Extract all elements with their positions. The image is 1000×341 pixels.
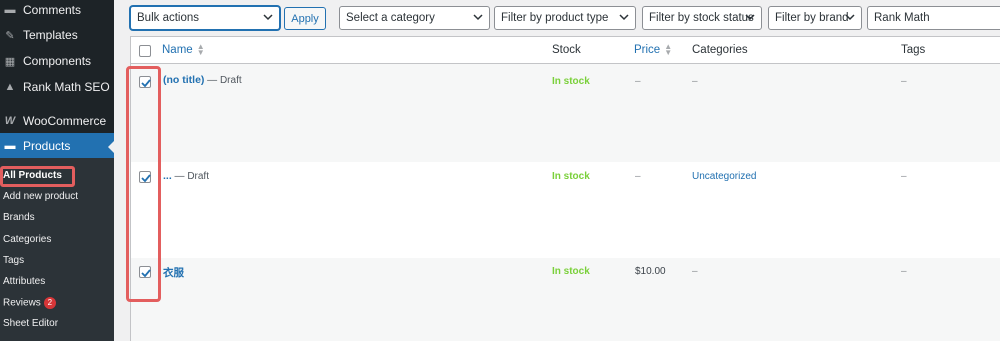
apply-button[interactable]: Apply [284, 7, 326, 30]
chevron-down-icon [263, 14, 273, 21]
categories-cell: – [692, 76, 698, 87]
post-state: — Draft [171, 171, 209, 182]
submenu-tags[interactable]: Tags [3, 255, 24, 266]
price-cell: $10.00 [635, 266, 666, 277]
templates-icon: ✎ [5, 29, 15, 42]
menu-label: Products [23, 139, 71, 153]
menu-label: Comments [23, 3, 82, 17]
highlight-box-all-products [0, 166, 75, 187]
bulk-actions-select[interactable]: Bulk actions [130, 6, 280, 30]
woocommerce-icon: W [4, 115, 16, 127]
select-all-checkbox[interactable] [139, 45, 151, 57]
category-link[interactable]: Uncategorized [692, 171, 756, 182]
menu-comments[interactable]: ▬ Comments [0, 0, 114, 23]
admin-sidebar: ▬ Comments ✎ Templates ▦ Components ▲ Ra… [0, 0, 114, 341]
products-icon: ▬ [4, 140, 16, 152]
product-title-link[interactable]: (no title) [163, 74, 204, 86]
brand-filter-select[interactable]: Filter by brand [768, 6, 862, 30]
category-filter-value: Select a category [346, 12, 435, 24]
brand-filter-value: Filter by brand [775, 12, 849, 24]
submenu-label: Reviews [3, 297, 41, 309]
bulk-actions-value: Bulk actions [137, 12, 200, 24]
highlight-box-checkboxes [126, 66, 161, 302]
stock-status: In stock [552, 76, 590, 87]
column-label: Price [634, 44, 661, 57]
sort-icon: ▲ ▼ [196, 42, 205, 57]
submenu-reviews[interactable]: Reviews 2 [3, 297, 56, 309]
stock-status-filter-select[interactable]: Filter by stock status [642, 6, 762, 30]
menu-products[interactable]: ▬ Products [0, 133, 114, 159]
submenu-brands[interactable]: Brands [3, 212, 35, 223]
product-title-cell: ... — Draft [163, 170, 209, 182]
chevron-down-icon [845, 14, 855, 21]
products-table: Name ▲ ▼ Stock Price ▲ ▼ Categories Tags (no… [130, 36, 1000, 341]
table-row: (no title) — Draft In stock – – – [131, 64, 1000, 162]
submenu-attributes[interactable]: Attributes [3, 276, 45, 287]
column-header-stock: Stock [552, 44, 581, 56]
column-header-price[interactable]: Price ▲ ▼ [634, 42, 673, 57]
tags-cell: – [901, 266, 907, 277]
table-row: 衣服 In stock $10.00 – – [131, 258, 1000, 341]
chevron-down-icon [473, 14, 483, 21]
post-state: — Draft [204, 75, 242, 86]
product-title-cell: (no title) — Draft [163, 74, 242, 86]
menu-woocommerce[interactable]: W WooCommerce [0, 108, 114, 134]
column-header-categories: Categories [692, 44, 748, 56]
menu-label: Templates [23, 28, 78, 42]
product-title-link[interactable]: ... [163, 170, 172, 182]
price-cell: – [635, 171, 641, 182]
menu-label: Rank Math SEO [23, 80, 110, 94]
reviews-count-badge: 2 [43, 297, 56, 309]
table-row: ... — Draft In stock – Uncategorized – [131, 162, 1000, 258]
menu-templates[interactable]: ✎ Templates [0, 22, 114, 48]
category-filter-select[interactable]: Select a category [339, 6, 490, 30]
rank-math-icon: ▲ [4, 81, 16, 93]
product-type-filter-value: Filter by product type [501, 12, 609, 24]
menu-label: WooCommerce [23, 114, 107, 128]
submenu-categories[interactable]: Categories [3, 234, 51, 245]
tags-cell: – [901, 76, 907, 87]
chevron-down-icon [745, 14, 755, 21]
product-title-cell: 衣服 [163, 265, 184, 280]
comments-icon: ▬ [4, 4, 16, 16]
menu-rank-math-seo[interactable]: ▲ Rank Math SEO [0, 74, 114, 100]
menu-label: Components [23, 54, 92, 68]
rank-math-filter-select[interactable]: Rank Math [867, 6, 1000, 30]
product-type-filter-select[interactable]: Filter by product type [494, 6, 636, 30]
active-indicator [108, 141, 114, 153]
components-icon: ▦ [4, 55, 16, 68]
tags-cell: – [901, 171, 907, 182]
menu-components[interactable]: ▦ Components [0, 48, 114, 74]
chevron-down-icon [619, 14, 629, 21]
column-header-name[interactable]: Name ▲ ▼ [162, 42, 205, 57]
product-title-link[interactable]: 衣服 [163, 267, 184, 279]
sort-icon: ▲ ▼ [664, 42, 673, 57]
stock-status: In stock [552, 266, 590, 277]
price-cell: – [635, 76, 641, 87]
rank-math-filter-value: Rank Math [874, 12, 930, 24]
column-label: Name [162, 44, 193, 57]
column-header-tags: Tags [901, 44, 926, 56]
stock-status: In stock [552, 171, 590, 182]
categories-cell: – [692, 266, 698, 277]
submenu-sheet-editor[interactable]: Sheet Editor [3, 318, 58, 329]
stock-status-filter-value: Filter by stock status [649, 12, 754, 24]
submenu-add-new-product[interactable]: Add new product [3, 191, 78, 202]
